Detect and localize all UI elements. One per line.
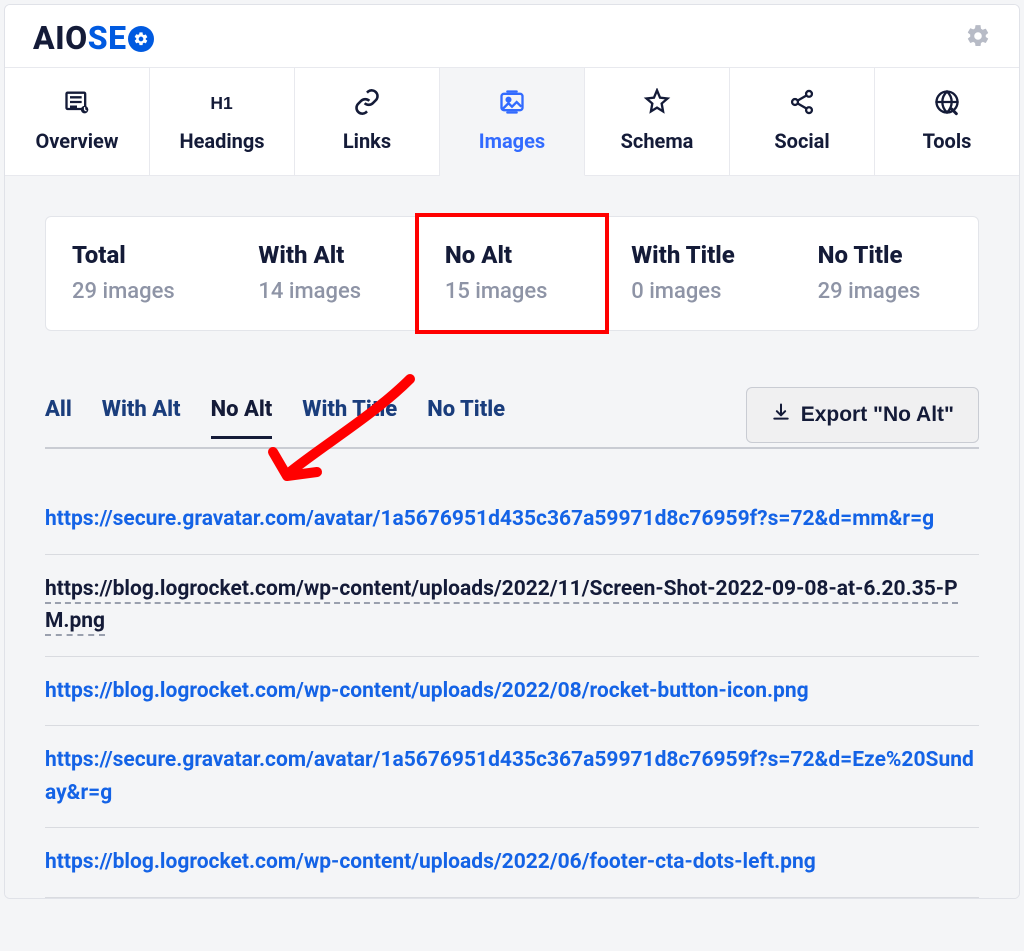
stat-title: With Alt: [258, 241, 392, 269]
tab-schema[interactable]: Schema: [585, 68, 730, 176]
url-row: https://secure.gravatar.com/avatar/1a567…: [45, 726, 979, 828]
filter-no-title[interactable]: No Title: [427, 397, 505, 439]
main-nav: Overview H1 Headings Links Images Schema Socia…: [5, 67, 1019, 176]
schema-icon: [643, 88, 671, 116]
url-row: https://blog.logrocket.com/wp-content/up…: [45, 657, 979, 727]
stat-title: With Title: [631, 241, 765, 269]
settings-button[interactable]: [965, 23, 991, 53]
tab-label: Schema: [621, 129, 694, 153]
tab-headings[interactable]: H1 Headings: [150, 68, 295, 176]
social-icon: [788, 88, 816, 116]
tab-links[interactable]: Links: [295, 68, 440, 176]
tab-tools[interactable]: Tools: [875, 68, 1019, 176]
tab-label: Tools: [923, 129, 972, 153]
stat-no-title[interactable]: No Title 29 images: [792, 217, 978, 330]
url-link[interactable]: https://blog.logrocket.com/wp-content/up…: [45, 577, 958, 637]
stat-with-title[interactable]: With Title 0 images: [605, 217, 791, 330]
filter-all[interactable]: All: [45, 397, 72, 439]
stat-sub: 14 images: [258, 279, 392, 304]
logo-part1: AIO: [33, 19, 88, 57]
url-row: https://blog.logrocket.com/wp-content/up…: [45, 555, 979, 657]
filter-row: All With Alt No Alt With Title No Title Expo…: [45, 387, 979, 449]
filter-tabs: All With Alt No Alt With Title No Title: [45, 397, 505, 439]
stat-title: Total: [72, 241, 206, 269]
url-list: https://secure.gravatar.com/avatar/1a567…: [45, 503, 979, 898]
export-button-label: Export "No Alt": [801, 403, 954, 427]
tab-label: Overview: [36, 129, 119, 153]
headings-icon: H1: [208, 88, 236, 116]
stat-sub: 15 images: [445, 279, 579, 304]
stat-sub: 0 images: [631, 279, 765, 304]
tab-label: Headings: [179, 129, 264, 153]
url-link[interactable]: https://secure.gravatar.com/avatar/1a567…: [45, 507, 934, 531]
stat-total[interactable]: Total 29 images: [46, 217, 232, 330]
filter-with-alt[interactable]: With Alt: [102, 397, 181, 439]
export-button[interactable]: Export "No Alt": [746, 387, 979, 443]
tab-label: Social: [774, 129, 829, 153]
app-window: AIOSE Overview H1 Headings Links Images Schem…: [4, 4, 1020, 899]
tab-label: Images: [479, 129, 545, 153]
tab-social[interactable]: Social: [730, 68, 875, 176]
stat-sub: 29 images: [818, 279, 952, 304]
stat-title: No Alt: [445, 241, 579, 269]
filter-with-title[interactable]: With Title: [302, 397, 397, 439]
url-link[interactable]: https://blog.logrocket.com/wp-content/up…: [45, 679, 809, 703]
panel-body: Total 29 images With Alt 14 images No Alt 15 …: [5, 176, 1019, 898]
logo-text: AIOSE: [33, 19, 154, 57]
tools-icon: [933, 88, 961, 116]
stat-title: No Title: [818, 241, 952, 269]
tab-overview[interactable]: Overview: [5, 68, 150, 176]
url-link[interactable]: https://blog.logrocket.com/wp-content/up…: [45, 850, 816, 874]
url-link[interactable]: https://secure.gravatar.com/avatar/1a567…: [45, 748, 974, 805]
filter-no-alt[interactable]: No Alt: [211, 397, 273, 439]
header: AIOSE: [5, 5, 1019, 67]
svg-text:H1: H1: [210, 93, 233, 113]
url-row: https://secure.gravatar.com/avatar/1a567…: [45, 503, 979, 555]
stat-no-alt[interactable]: No Alt 15 images: [419, 217, 605, 330]
logo: AIOSE: [33, 19, 154, 57]
url-row: https://blog.logrocket.com/wp-content/up…: [45, 828, 979, 898]
stats-row: Total 29 images With Alt 14 images No Alt 15 …: [45, 216, 979, 331]
gear-icon: [965, 34, 991, 53]
overview-icon: [63, 88, 91, 116]
stat-sub: 29 images: [72, 279, 206, 304]
logo-gear-icon: [128, 26, 154, 52]
images-icon: [498, 88, 526, 116]
tab-label: Links: [343, 129, 391, 153]
stat-with-alt[interactable]: With Alt 14 images: [232, 217, 418, 330]
links-icon: [353, 88, 381, 116]
download-icon: [771, 402, 791, 428]
tab-images[interactable]: Images: [440, 68, 585, 176]
logo-part2: SE: [88, 19, 127, 57]
